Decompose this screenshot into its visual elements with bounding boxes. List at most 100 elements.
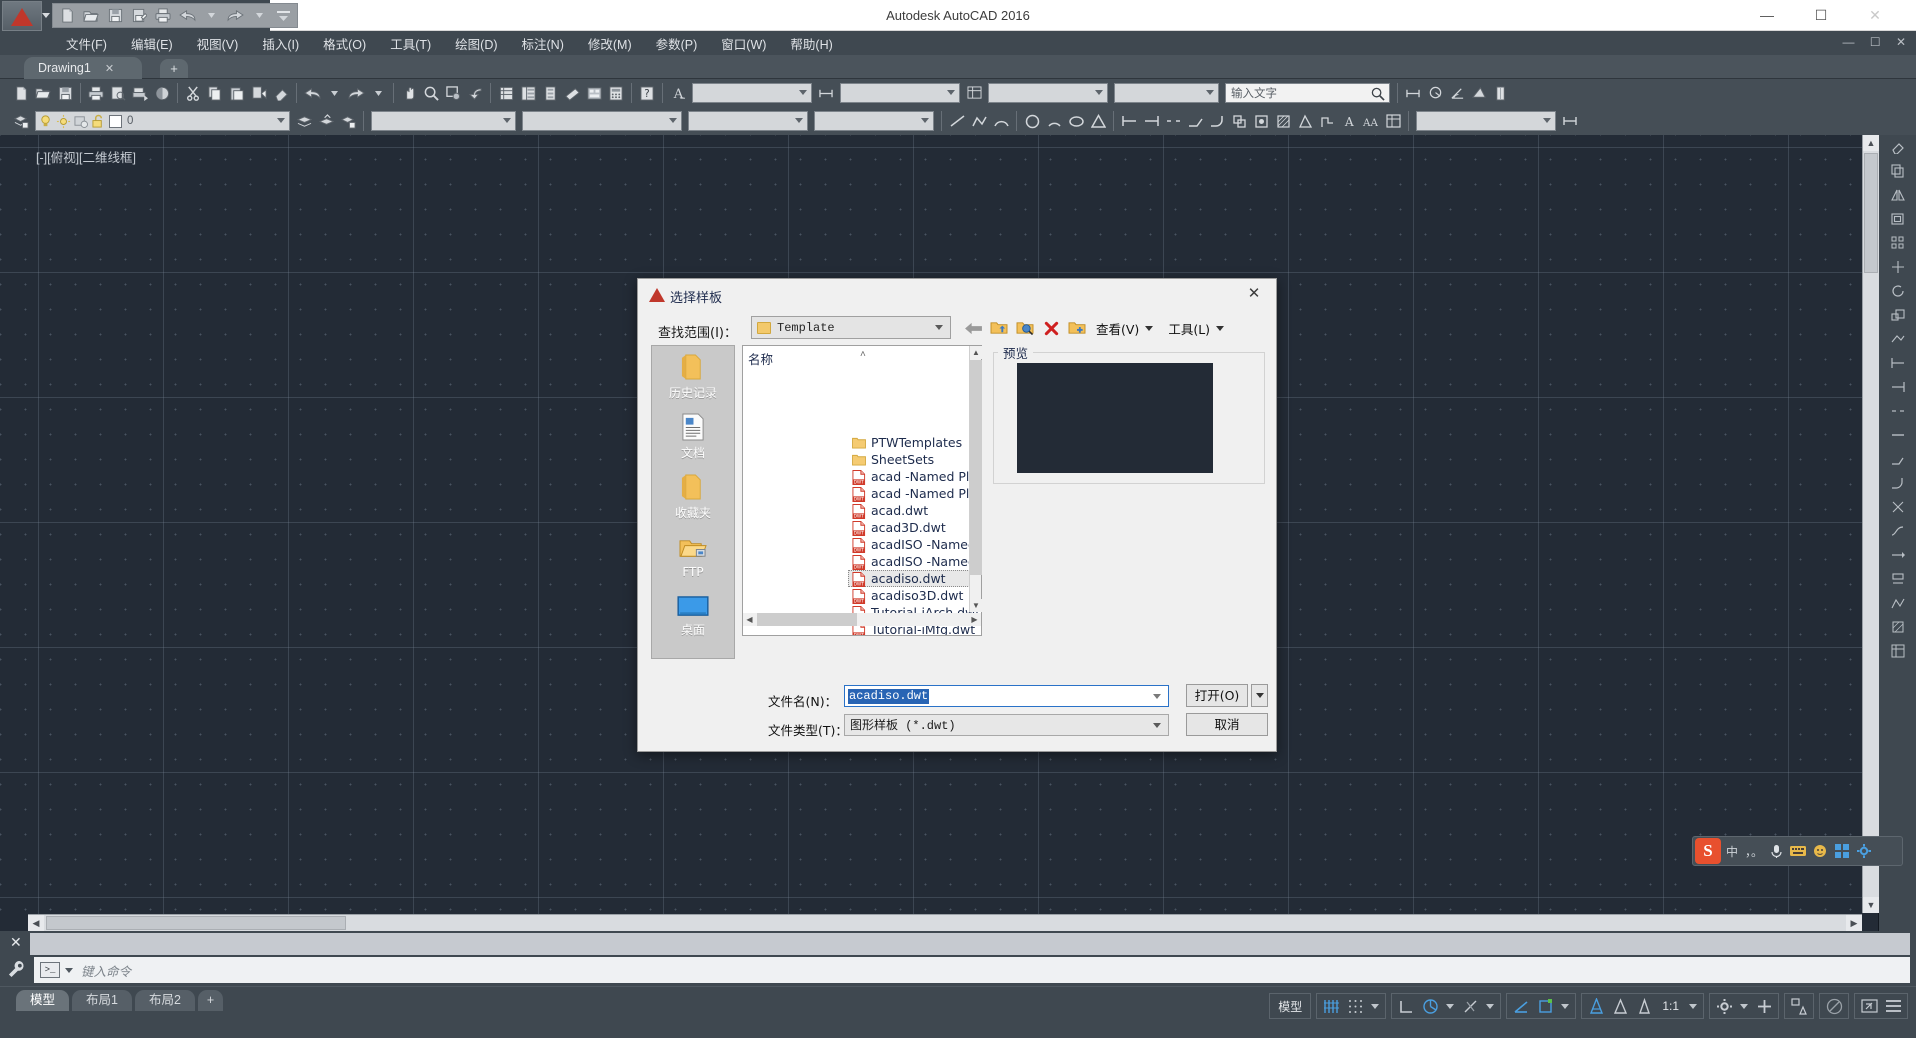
- menu-modify[interactable]: 修改(M): [576, 31, 644, 56]
- zoom-realtime-icon[interactable]: [420, 81, 442, 105]
- extra-tool-icon[interactable]: [1559, 109, 1581, 133]
- plot-icon[interactable]: [85, 81, 107, 105]
- saveas-icon[interactable]: [127, 5, 151, 26]
- plot-icon[interactable]: [151, 5, 175, 26]
- search-web-icon[interactable]: [1012, 316, 1038, 340]
- open-icon[interactable]: [32, 81, 54, 105]
- file-hscroll-thumb[interactable]: [757, 613, 857, 626]
- mtext-icon[interactable]: A: [1338, 109, 1360, 133]
- dialog-close-button[interactable]: ✕: [1232, 279, 1276, 309]
- layout-tab-layout2[interactable]: 布局2: [135, 990, 195, 1011]
- undo-icon[interactable]: [175, 5, 199, 26]
- file-scroll-up-icon[interactable]: ▲: [970, 346, 982, 359]
- modify-rotate-icon[interactable]: [1879, 279, 1916, 303]
- redo-caret-icon[interactable]: [367, 81, 389, 105]
- modify-erase-icon[interactable]: [1879, 135, 1916, 159]
- modify-array-icon[interactable]: [1879, 231, 1916, 255]
- file-list[interactable]: PTWTemplatesSheetSetsDWTacad -Named Plot…: [742, 345, 982, 636]
- toolpalettes-icon[interactable]: [539, 81, 561, 105]
- plotstyle-control-combo[interactable]: [814, 111, 934, 131]
- file-vscroll-thumb[interactable]: [970, 360, 982, 575]
- customize-qat-icon[interactable]: [271, 5, 295, 26]
- modify-lengthen-icon[interactable]: [1879, 543, 1916, 567]
- scroll-up-arrow-icon[interactable]: ▲: [1863, 135, 1879, 151]
- undo-caret-icon[interactable]: [323, 81, 345, 105]
- modify-fillet-icon[interactable]: [1206, 109, 1228, 133]
- command-history-pane[interactable]: [30, 933, 1910, 955]
- dim-update-icon[interactable]: [1490, 81, 1512, 105]
- ime-voice-icon[interactable]: [1765, 838, 1787, 864]
- command-input-field[interactable]: >_ 键入命令: [34, 957, 1910, 983]
- snap-mode-icon[interactable]: [1343, 994, 1367, 1018]
- modify-properties-icon[interactable]: [1879, 639, 1916, 663]
- copy-icon[interactable]: [204, 81, 226, 105]
- ime-tools-icon[interactable]: [1831, 838, 1853, 864]
- markup-icon[interactable]: [583, 81, 605, 105]
- designcenter-icon[interactable]: [517, 81, 539, 105]
- modify-chamfer-icon[interactable]: [1879, 447, 1916, 471]
- command-line-close-icon[interactable]: ✕: [10, 934, 22, 951]
- hatch-icon[interactable]: [1272, 109, 1294, 133]
- snap-dropdown-caret-icon[interactable]: [1371, 1004, 1379, 1009]
- modify-move-icon[interactable]: [1228, 109, 1250, 133]
- menu-tools[interactable]: 工具(T): [378, 31, 443, 56]
- new-icon[interactable]: [10, 81, 32, 105]
- command-options-wrench-icon[interactable]: [8, 960, 26, 981]
- file-list-item[interactable]: DWTacadISO -Named Plot Styles3D.dwt: [848, 553, 982, 570]
- file-scroll-left-icon[interactable]: ◀: [743, 613, 756, 626]
- modify-explode-icon[interactable]: [1879, 495, 1916, 519]
- matchprop-icon[interactable]: [248, 81, 270, 105]
- dim-style-icon[interactable]: [815, 81, 837, 105]
- place-desktop[interactable]: 桌面: [652, 586, 734, 646]
- open-icon[interactable]: [79, 5, 103, 26]
- scroll-left-arrow-icon[interactable]: ◀: [28, 915, 44, 931]
- vscroll-thumb[interactable]: [1864, 153, 1878, 273]
- color-control-combo[interactable]: [371, 111, 516, 131]
- chevron-down-icon[interactable]: [1153, 694, 1161, 699]
- file-list-item[interactable]: DWTacad.dwt: [848, 502, 982, 519]
- modify-break-icon[interactable]: [1162, 109, 1184, 133]
- polar-dropdown-caret-icon[interactable]: [1446, 1004, 1454, 1009]
- delete-icon[interactable]: [1038, 316, 1064, 340]
- application-menu-caret-icon[interactable]: [42, 13, 50, 18]
- open-button[interactable]: 打开(O): [1186, 684, 1248, 707]
- file-list-item[interactable]: DWTacadiso3D.dwt: [848, 587, 982, 604]
- draw-ellipse-icon[interactable]: [1065, 109, 1087, 133]
- draw-polygon-icon[interactable]: [1087, 109, 1109, 133]
- file-list-item[interactable]: PTWTemplates: [848, 434, 982, 451]
- filetype-combo[interactable]: 图形样板 (*.dwt): [844, 714, 1169, 736]
- autoscale-annotation-icon[interactable]: [1608, 994, 1632, 1018]
- menu-parametric[interactable]: 参数(P): [644, 31, 710, 56]
- menu-dimension[interactable]: 标注(N): [510, 31, 576, 56]
- save-icon[interactable]: [54, 81, 76, 105]
- modify-join-icon[interactable]: [1879, 423, 1916, 447]
- file-column-header-name[interactable]: 名称: [748, 349, 773, 368]
- modify-chamfer-icon[interactable]: [1184, 109, 1206, 133]
- cut-icon[interactable]: [182, 81, 204, 105]
- text-align-icon[interactable]: AA: [1360, 109, 1382, 133]
- polar-tracking-icon[interactable]: [1418, 994, 1442, 1018]
- layer-previous-icon[interactable]: [293, 109, 315, 133]
- command-dropdown-caret-icon[interactable]: [65, 968, 73, 973]
- modify-edit-poly-icon[interactable]: [1879, 591, 1916, 615]
- layer-states-icon[interactable]: [337, 109, 359, 133]
- workspace-switching-icon[interactable]: [1712, 994, 1736, 1018]
- file-list-item[interactable]: DWTacad3D.dwt: [848, 519, 982, 536]
- draw-polyline-icon[interactable]: [968, 109, 990, 133]
- view-menu-caret-icon[interactable]: [1145, 326, 1153, 331]
- viewport-label[interactable]: [-][俯视][二维线框]: [36, 147, 136, 166]
- place-ftp[interactable]: FTP: [652, 526, 734, 586]
- modify-move-icon[interactable]: [1879, 255, 1916, 279]
- place-documents[interactable]: 文档: [652, 406, 734, 466]
- isodraft-dropdown-caret-icon[interactable]: [1486, 1004, 1494, 1009]
- chevron-down-icon[interactable]: [1153, 723, 1161, 728]
- gradient-icon[interactable]: [1294, 109, 1316, 133]
- table-style-combo[interactable]: [988, 83, 1108, 103]
- modify-copy-icon[interactable]: [1879, 159, 1916, 183]
- publish-icon[interactable]: [129, 81, 151, 105]
- window-maximize-button[interactable]: ☐: [1798, 0, 1844, 31]
- dim-style-combo[interactable]: [840, 83, 960, 103]
- ime-lang-toggle[interactable]: 中: [1721, 838, 1743, 864]
- pan-icon[interactable]: [398, 81, 420, 105]
- view-menu-label[interactable]: 查看(V): [1096, 319, 1139, 338]
